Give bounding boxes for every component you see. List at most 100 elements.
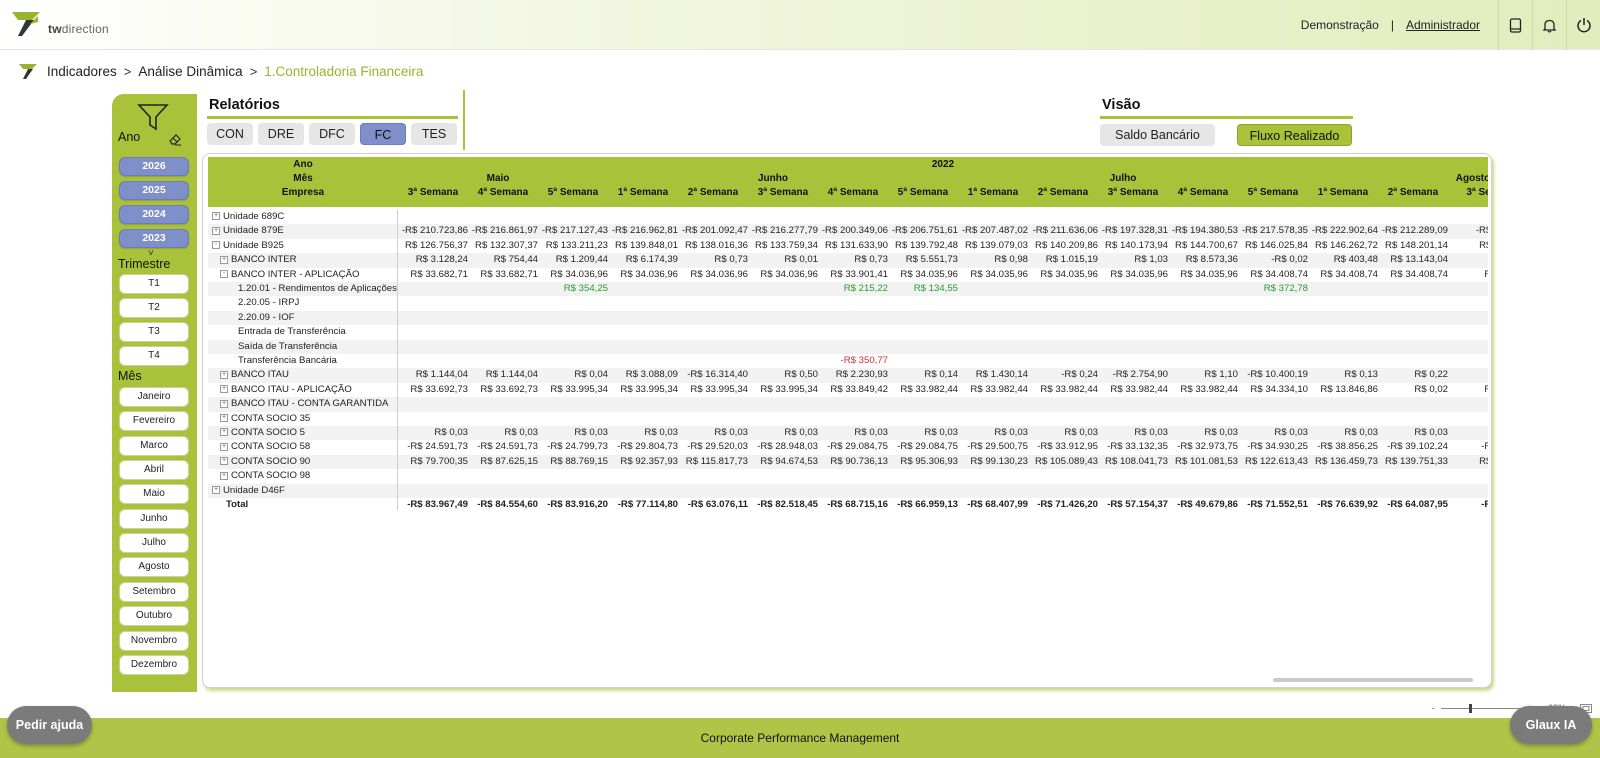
quarter-button-t3[interactable]: T3 (119, 322, 189, 342)
month-button-marco[interactable]: Marco (119, 436, 189, 456)
table-cell: R$ 133.211,23 (545, 239, 608, 251)
month-button-junho[interactable]: Junho (119, 509, 189, 529)
header-week: 2ª Semana (1037, 187, 1089, 198)
breadcrumb-item-indicadores[interactable]: Indicadores (47, 64, 117, 79)
expand-icon[interactable]: + (212, 212, 220, 221)
table-cell: -R$ 210.723,86 (401, 225, 468, 237)
table-cell: R$ 0,03 (1274, 427, 1308, 438)
expand-icon[interactable]: + (220, 385, 228, 394)
table-row: 1.20.01 - Rendimentos de Aplicações R$ 35… (208, 282, 1488, 297)
zoom-slider-thumb[interactable] (1468, 703, 1472, 713)
header-month-maio: Maio (486, 173, 510, 184)
table-cell: R$ 34.036,96 (760, 268, 818, 280)
bell-icon[interactable] (1532, 0, 1566, 50)
expand-icon[interactable]: + (220, 471, 228, 480)
expand-icon[interactable]: + (220, 255, 228, 264)
user-name-link[interactable]: Administrador (1406, 18, 1480, 32)
row-label-cell: 2.20.09 - IOF (208, 310, 398, 326)
table-cell: R$ 33.682,71 (480, 268, 538, 280)
table-cell: R$ 95.306,93 (900, 455, 958, 467)
logo[interactable]: twdirection (10, 8, 109, 38)
zoom-out-button[interactable]: - (1432, 703, 1435, 713)
table-cell: -R$ 32.973,75 (1177, 441, 1238, 453)
horizontal-scrollbar[interactable] (1273, 678, 1473, 682)
table-cell: R$ 0,03 (574, 427, 608, 438)
table-cell: R$ 90.736,13 (830, 455, 888, 467)
header-week: 4ª Semana (827, 187, 879, 198)
header-week: 3ª Semana (1107, 187, 1159, 198)
year-button-2026[interactable]: 2026 (119, 157, 189, 176)
quarter-button-t1[interactable]: T1 (119, 274, 189, 294)
report-button-dfc[interactable]: DFC (309, 123, 355, 145)
table-cell: R$ 0,04 (574, 369, 608, 381)
month-button-dezembro[interactable]: Dezembro (119, 655, 189, 675)
month-button-setembro[interactable]: Setembro (119, 582, 189, 602)
expand-icon[interactable]: + (220, 428, 228, 437)
eraser-icon[interactable] (168, 132, 182, 146)
table-cell: R (1448, 368, 1488, 382)
quarter-button-t2[interactable]: T2 (119, 298, 189, 318)
month-button-janeiro[interactable]: Janeiro (119, 387, 189, 407)
expand-icon[interactable]: + (212, 226, 220, 235)
month-button-maio[interactable]: Maio (119, 484, 189, 504)
table-cell: -R$ 71.426,20 (1037, 499, 1098, 510)
table-cell: R$ 0,03 (924, 427, 958, 438)
zoom-slider[interactable] (1440, 703, 1521, 713)
table-cell: R$ 6.174,39 (625, 254, 678, 266)
collapse-icon[interactable]: - (212, 241, 220, 250)
help-button[interactable]: Pedir ajuda (7, 706, 92, 744)
report-button-fc[interactable]: FC (360, 123, 406, 145)
table-cell: -R$ 216.277,79 (751, 225, 818, 237)
vision-button-fluxo-realizado[interactable]: Fluxo Realizado (1237, 124, 1352, 146)
year-button-2023[interactable]: 2023 (119, 229, 189, 248)
expand-icon[interactable]: + (220, 457, 228, 466)
month-button-novembro[interactable]: Novembro (119, 631, 189, 651)
table-cell: -R$ 57.154,37 (1107, 499, 1168, 510)
table-cell: -R$ 217.578,35 (1241, 225, 1308, 237)
report-button-tes[interactable]: TES (411, 123, 457, 145)
power-icon[interactable] (1566, 0, 1600, 50)
reports-title: Relatórios (209, 97, 280, 113)
table-cell: R$ 92.357,93 (620, 455, 678, 467)
expand-icon[interactable]: + (220, 399, 228, 408)
header-label-empresa: Empresa (281, 187, 325, 198)
month-button-outubro[interactable]: Outubro (119, 606, 189, 626)
table-cell: -R$ 0,02 (1271, 254, 1308, 266)
table-row: Transferência Bancária -R$ 350,77 (208, 354, 1488, 369)
table-cell: -R$ 84.554,60 (477, 499, 538, 510)
table-cell: R$ 0,01 (784, 254, 818, 266)
ai-assistant-button[interactable]: Glaux IA (1510, 706, 1592, 744)
year-button-2025[interactable]: 2025 (119, 181, 189, 200)
vision-button-saldo-bancario[interactable]: Saldo Bancário (1100, 124, 1215, 146)
row-label-cell: Entrada de Transferência (208, 325, 398, 340)
month-button-abril[interactable]: Abril (119, 460, 189, 480)
table-cell: R$ 33.982,44 (1180, 383, 1238, 395)
table-cell: -R$ 197.328,31 (1101, 225, 1168, 237)
quarter-button-t4[interactable]: T4 (119, 346, 189, 366)
expand-icon[interactable]: + (220, 414, 228, 423)
table-cell: R$ 148.201,14 (1385, 239, 1448, 251)
report-button-con[interactable]: CON (207, 123, 253, 145)
header-label-ano: Ano (293, 159, 313, 170)
breadcrumb: Indicadores > Análise Dinâmica > 1.Contr… (18, 62, 423, 80)
collapse-icon[interactable]: - (220, 270, 228, 279)
month-button-agosto[interactable]: Agosto (119, 557, 189, 577)
table-cell: R$ 34.036,96 (550, 268, 608, 280)
user-area: Demonstração | Administrador (1301, 0, 1600, 50)
book-icon[interactable] (1498, 0, 1532, 50)
row-label: Saída de Transferência (238, 340, 338, 352)
report-button-dre[interactable]: DRE (258, 123, 304, 145)
month-button-fevereiro[interactable]: Fevereiro (119, 411, 189, 431)
table-cell: R$ 79.700,35 (410, 455, 468, 467)
table-cell: R$ 0,03 (784, 427, 818, 438)
table-cell: R$ 0,03 (1134, 427, 1168, 438)
expand-icon[interactable]: + (220, 370, 228, 379)
month-button-julho[interactable]: Julho (119, 533, 189, 553)
expand-icon[interactable]: + (212, 486, 220, 495)
expand-icon[interactable]: + (220, 442, 228, 451)
breadcrumb-item-analise[interactable]: Análise Dinâmica (138, 64, 242, 79)
logo-text: direction (61, 22, 109, 36)
matrix-table: Ano Mês Empresa 2022 Maio Junho Julho Ag… (202, 153, 1492, 688)
year-button-2024[interactable]: 2024 (119, 205, 189, 224)
table-cell: R$ 33.995,34 (620, 383, 678, 395)
